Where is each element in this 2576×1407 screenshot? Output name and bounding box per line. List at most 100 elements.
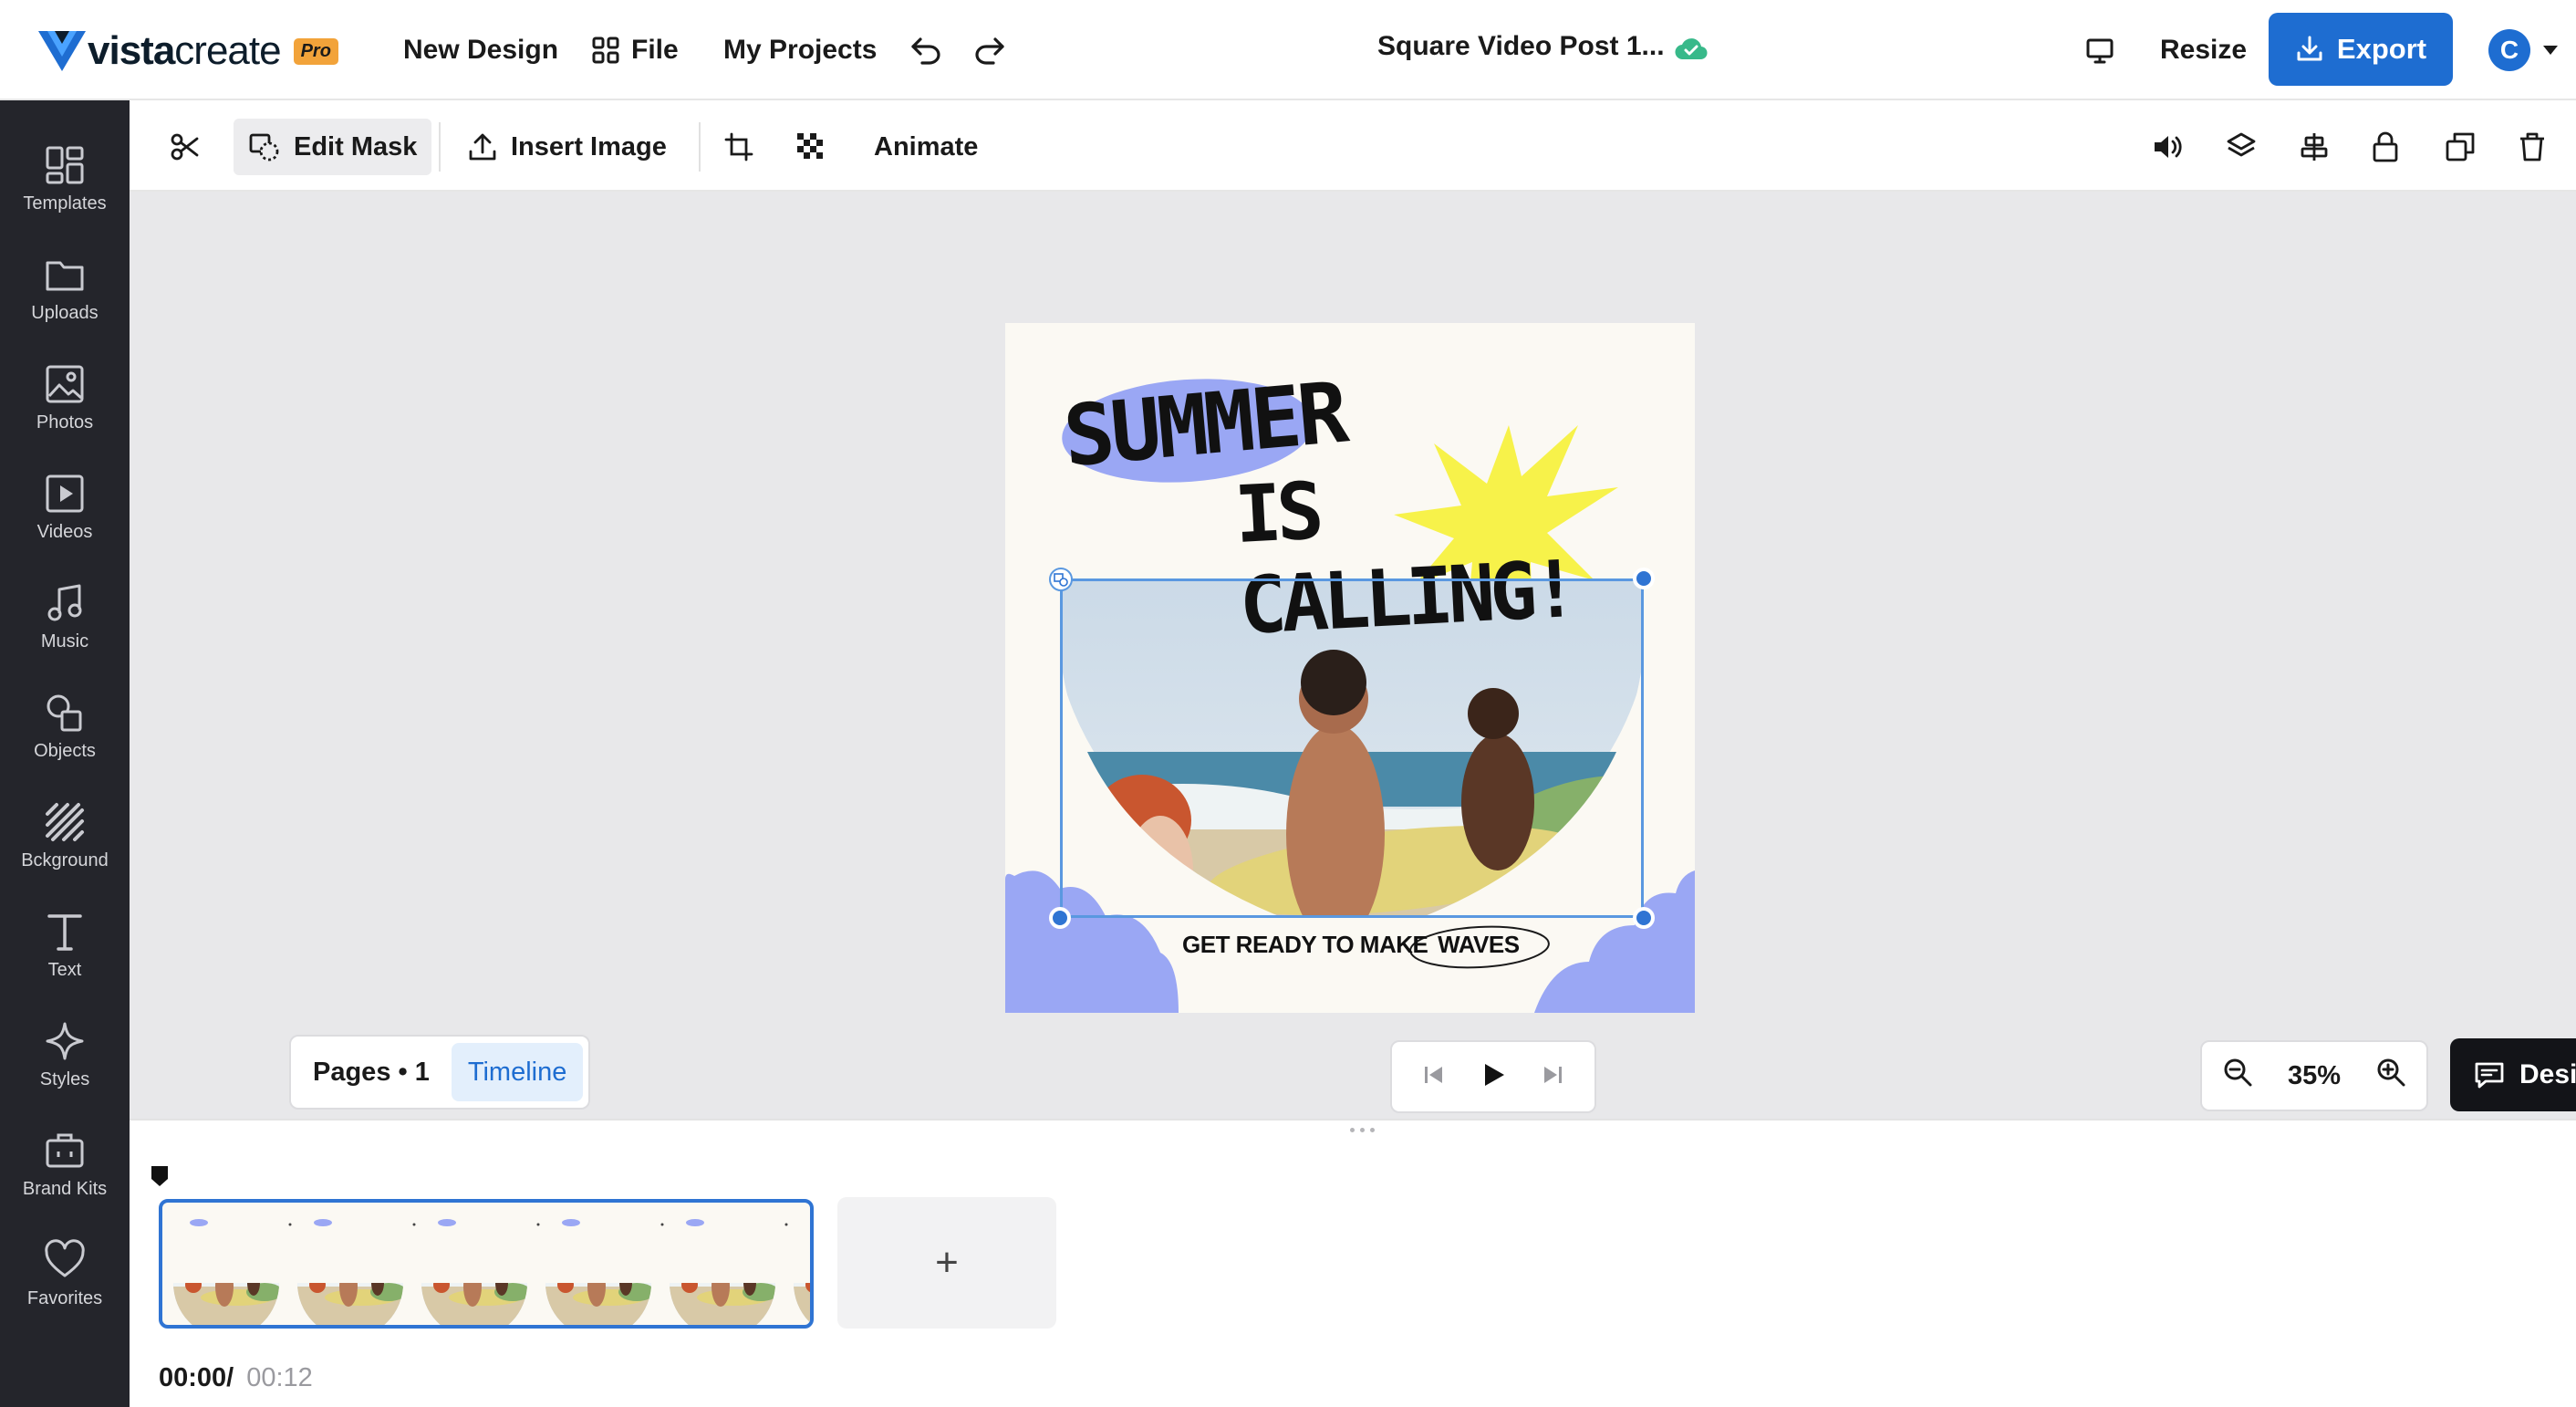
play-button[interactable] (1480, 1061, 1507, 1093)
panel-resize-handle[interactable] (1350, 1128, 1375, 1132)
image-icon (46, 365, 84, 403)
mask-small-icon (1054, 573, 1068, 587)
pages-button[interactable]: Pages • 1 (291, 1058, 452, 1088)
my-projects-label: My Projects (723, 35, 878, 65)
present-button[interactable] (2080, 31, 2120, 71)
sidebar-item-brand-kits[interactable]: Brand Kits (0, 1110, 130, 1210)
play-icon (1484, 1063, 1504, 1086)
zoom-level[interactable]: 35% (2288, 1061, 2341, 1091)
folder-icon (46, 261, 84, 291)
selection-frame[interactable] (1049, 568, 1655, 929)
playhead[interactable] (150, 1164, 170, 1193)
mask-icon (249, 133, 279, 162)
background-icon (46, 803, 84, 841)
sidebar-label-uploads: Uploads (31, 303, 99, 323)
volume-button[interactable] (2153, 119, 2191, 175)
undo-button[interactable] (907, 31, 945, 69)
sidebar-item-music[interactable]: Music (0, 562, 130, 662)
sidebar-item-text[interactable]: Text (0, 891, 130, 991)
file-menu-button[interactable]: File (591, 27, 679, 73)
volume-icon (2155, 136, 2182, 158)
tagline-highlight: WAVES (1438, 931, 1520, 958)
sidebar-item-styles[interactable]: Styles (0, 1000, 130, 1100)
design-help-button[interactable]: Design help (2450, 1038, 2576, 1111)
vistacreate-logo[interactable]: vistacreate Pro (38, 24, 338, 78)
cut-button[interactable] (170, 119, 208, 175)
layers-icon (2227, 132, 2256, 157)
new-design-button[interactable]: New Design (403, 27, 558, 73)
resize-handle-bottom-left[interactable] (1049, 907, 1071, 929)
design-artboard[interactable]: SUMMER IS CALLING! GET READY TO MAKE WAV… (1005, 323, 1695, 1013)
align-button[interactable] (2299, 119, 2337, 175)
skip-back-icon (1424, 1066, 1442, 1083)
layers-button[interactable] (2226, 119, 2264, 175)
sidebar-item-favorites[interactable]: Favorites (0, 1219, 130, 1319)
current-time: 00:00/ (159, 1363, 234, 1392)
mask-handle[interactable] (1049, 568, 1073, 591)
duplicate-button[interactable] (2445, 119, 2483, 175)
animate-label: Animate (874, 131, 979, 162)
sidebar-item-objects[interactable]: Objects (0, 672, 130, 772)
transparency-button[interactable] (797, 119, 836, 175)
align-center-icon (2301, 133, 2328, 161)
file-label: File (631, 35, 679, 65)
trash-icon (2520, 132, 2544, 162)
export-button[interactable]: Export (2269, 13, 2453, 86)
edit-mask-label: Edit Mask (294, 131, 418, 162)
timeline-tab[interactable]: Timeline (451, 1043, 584, 1101)
clip-frame (545, 1219, 664, 1325)
crop-button[interactable] (724, 119, 763, 175)
zoom-in-button[interactable] (2375, 1057, 2406, 1095)
export-label: Export (2336, 33, 2427, 65)
edit-mask-button[interactable]: Edit Mask (234, 119, 432, 175)
zoom-out-button[interactable] (2222, 1057, 2253, 1095)
sidebar-label-favorites: Favorites (26, 1288, 103, 1308)
insert-image-button[interactable]: Insert Image (467, 119, 667, 175)
top-bar: vistacreate Pro New Design File My Proje… (0, 0, 2576, 100)
user-avatar[interactable]: C (2488, 29, 2530, 71)
delete-button[interactable] (2518, 119, 2556, 175)
account-menu-button[interactable] (2538, 38, 2563, 62)
skip-forward-button[interactable] (1541, 1063, 1564, 1091)
resize-button[interactable]: Resize (2160, 27, 2247, 73)
sidebar-item-videos[interactable]: Videos (0, 453, 130, 553)
cloud-check-icon (1675, 38, 1708, 60)
redo-button[interactable] (971, 31, 1009, 69)
resize-handle-top-right[interactable] (1633, 568, 1655, 589)
sidebar-item-background[interactable]: Bckground (0, 781, 130, 881)
time-readout: 00:00/00:12 (159, 1363, 313, 1393)
clip-frame (794, 1283, 810, 1325)
redo-icon (975, 37, 1004, 65)
logo-mark-icon (38, 31, 86, 71)
pages-timeline-switch: Pages • 1 Timeline (289, 1035, 590, 1110)
add-page-button[interactable]: + (837, 1197, 1056, 1329)
download-icon (2297, 36, 2322, 61)
my-projects-button[interactable]: My Projects (723, 27, 877, 73)
playhead-marker-icon (151, 1166, 168, 1186)
sidebar-label-styles: Styles (39, 1069, 90, 1089)
sidebar-item-photos[interactable]: Photos (0, 343, 130, 443)
skip-back-button[interactable] (1422, 1063, 1446, 1091)
text-icon (47, 914, 82, 951)
clip-thumbnails (173, 1219, 810, 1325)
tagline[interactable]: GET READY TO MAKE WAVES (1182, 931, 1520, 959)
sidebar-item-uploads[interactable]: Uploads (0, 234, 130, 334)
sidebar-item-templates[interactable]: Templates (0, 124, 130, 224)
resize-handle-bottom-right[interactable] (1633, 907, 1655, 929)
zoom-in-icon (2377, 1058, 2405, 1087)
sidebar-label-videos: Videos (36, 522, 93, 542)
app-root: vistacreate Pro New Design File My Proje… (0, 0, 2576, 1407)
left-sidebar: Templates Uploads Photos Videos Music Ob… (0, 100, 130, 1407)
sparkle-icon (46, 1022, 84, 1060)
clip-frame (173, 1219, 292, 1325)
animate-button[interactable]: Animate (874, 119, 978, 175)
insert-image-label: Insert Image (511, 131, 667, 162)
upload-icon (469, 133, 496, 161)
timeline-clip[interactable] (159, 1199, 814, 1329)
lock-button[interactable] (2372, 119, 2410, 175)
crop-icon (724, 132, 753, 162)
document-title[interactable]: Square Video Post 1... (1377, 31, 1665, 62)
design-help-label: Design help (2519, 1059, 2576, 1089)
logo-text: vistacreate (88, 28, 282, 73)
sidebar-label-brand-kits: Brand Kits (22, 1179, 108, 1199)
